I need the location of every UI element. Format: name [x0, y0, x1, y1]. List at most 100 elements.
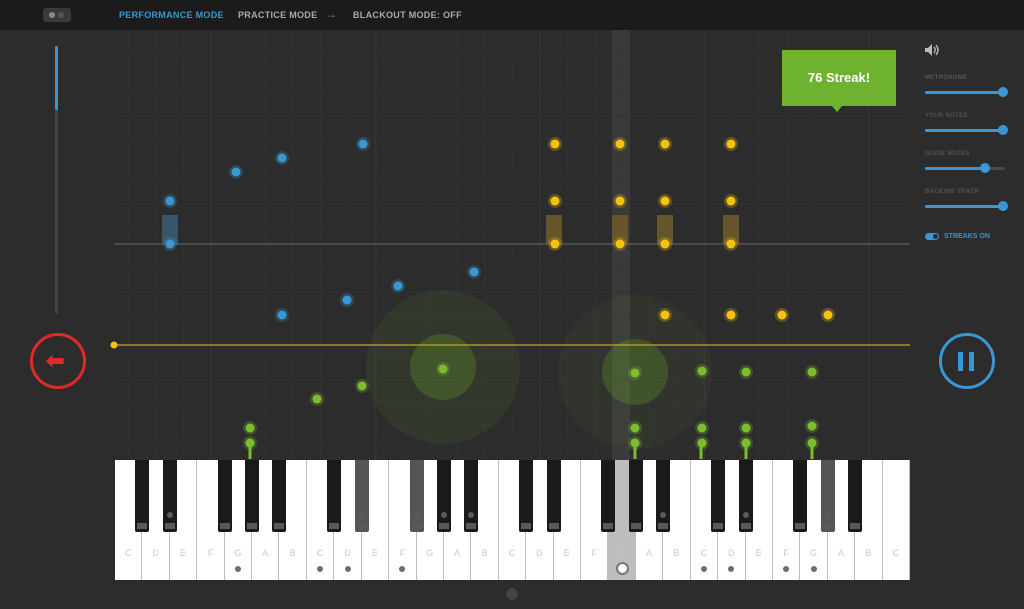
- back-button[interactable]: ⬅: [30, 333, 86, 389]
- key-label: E: [755, 548, 762, 558]
- key-cap: [740, 523, 751, 529]
- white-key[interactable]: C: [882, 460, 910, 580]
- key-cap: [850, 523, 861, 529]
- key-marker-dot: [413, 512, 420, 518]
- black-key[interactable]: [793, 460, 808, 532]
- note-dot: [357, 381, 367, 391]
- backing-track-slider-fill: [925, 205, 1004, 208]
- note-dot: [393, 281, 403, 291]
- piano-keyboard[interactable]: CDEFGABCDEFGABCDEFGABCDEFGABC: [115, 460, 910, 580]
- key-marker-dot: [728, 566, 735, 572]
- metronome-slider[interactable]: [925, 87, 1009, 97]
- key-cap: [713, 523, 724, 529]
- note-dot: [615, 239, 625, 249]
- pause-button[interactable]: [939, 333, 995, 389]
- black-key[interactable]: [162, 460, 177, 532]
- note-dot: [660, 196, 670, 206]
- backing-track-label: BACKING TRACK: [925, 189, 980, 195]
- key-label: C: [700, 548, 708, 558]
- key-label: D: [152, 548, 159, 558]
- guide-notes-label: GUIDE NOTES: [925, 151, 970, 157]
- black-key[interactable]: [464, 460, 479, 532]
- note-dot: [165, 196, 175, 206]
- note-dot: [231, 167, 241, 177]
- key-cap: [329, 523, 340, 529]
- black-key[interactable]: [327, 460, 342, 532]
- key-marker-dot: [783, 566, 790, 572]
- note-dot: [277, 153, 287, 163]
- note-dot: [165, 239, 175, 249]
- note-dot: [358, 139, 368, 149]
- black-key[interactable]: [217, 460, 232, 532]
- note-dot: [807, 421, 817, 431]
- your-notes-slider[interactable]: [925, 125, 1009, 135]
- note-dot: [630, 438, 640, 448]
- note-dot: [245, 423, 255, 433]
- note-dot: [550, 239, 560, 249]
- note-dot: [823, 310, 833, 320]
- key-label: C: [124, 548, 132, 558]
- black-key[interactable]: [848, 460, 863, 532]
- key-cap: [356, 523, 367, 529]
- note-dot: [777, 310, 787, 320]
- guide-notes-slider-thumb[interactable]: [980, 163, 990, 173]
- key-cap: [603, 523, 614, 529]
- note-dot: [342, 295, 352, 305]
- black-key[interactable]: [272, 460, 287, 532]
- key-marker-dot: [615, 562, 629, 575]
- streak-badge: 76 Streak!: [782, 50, 896, 106]
- key-marker-dot: [660, 512, 667, 518]
- key-label: C: [508, 548, 516, 558]
- black-key[interactable]: [409, 460, 424, 532]
- key-marker-dot: [440, 512, 447, 518]
- black-key[interactable]: [738, 460, 753, 532]
- black-key[interactable]: [245, 460, 260, 532]
- note-dot: [807, 438, 817, 448]
- note-dot: [550, 196, 560, 206]
- guide-notes-slider-fill: [925, 167, 985, 170]
- black-key[interactable]: [711, 460, 726, 532]
- your-notes-slider-fill: [925, 129, 1004, 132]
- key-label: F: [207, 548, 214, 558]
- key-marker-dot: [399, 566, 406, 572]
- key-marker-dot: [810, 566, 817, 572]
- black-key[interactable]: [820, 460, 835, 532]
- key-marker-dot: [700, 566, 707, 572]
- note-dot: [438, 364, 448, 374]
- arrow-left-icon: ⬅: [46, 348, 65, 373]
- note-dot: [697, 438, 707, 448]
- black-key[interactable]: [354, 460, 369, 532]
- note-dot: [726, 139, 736, 149]
- key-label: G: [810, 548, 818, 558]
- note-dot: [660, 139, 670, 149]
- key-label: D: [536, 548, 543, 558]
- black-key[interactable]: [601, 460, 616, 532]
- key-marker-dot: [358, 512, 365, 518]
- note-dot: [726, 310, 736, 320]
- key-marker-dot: [824, 512, 831, 518]
- key-label: F: [399, 548, 406, 558]
- key-label: B: [481, 548, 488, 558]
- key-cap: [219, 523, 230, 529]
- black-key[interactable]: [519, 460, 534, 532]
- black-key[interactable]: [546, 460, 561, 532]
- key-label: G: [234, 548, 242, 558]
- key-label: A: [646, 548, 653, 558]
- key-label: A: [262, 548, 269, 558]
- backing-track-slider[interactable]: [925, 201, 1009, 211]
- key-marker-dot: [317, 566, 324, 572]
- black-key[interactable]: [436, 460, 451, 532]
- guide-notes-slider[interactable]: [925, 163, 1005, 173]
- streaks-toggle[interactable]: [925, 233, 939, 240]
- key-cap: [137, 523, 148, 529]
- song-progress-fill: [55, 46, 58, 111]
- black-key[interactable]: [656, 460, 671, 532]
- key-marker-dot: [234, 566, 241, 572]
- key-label: A: [837, 548, 844, 558]
- key-marker-dot: [742, 512, 749, 518]
- speaker-icon[interactable]: [924, 43, 940, 57]
- note-dot: [469, 267, 479, 277]
- black-key[interactable]: [135, 460, 150, 532]
- black-key[interactable]: [628, 460, 643, 532]
- key-label: C: [892, 548, 900, 558]
